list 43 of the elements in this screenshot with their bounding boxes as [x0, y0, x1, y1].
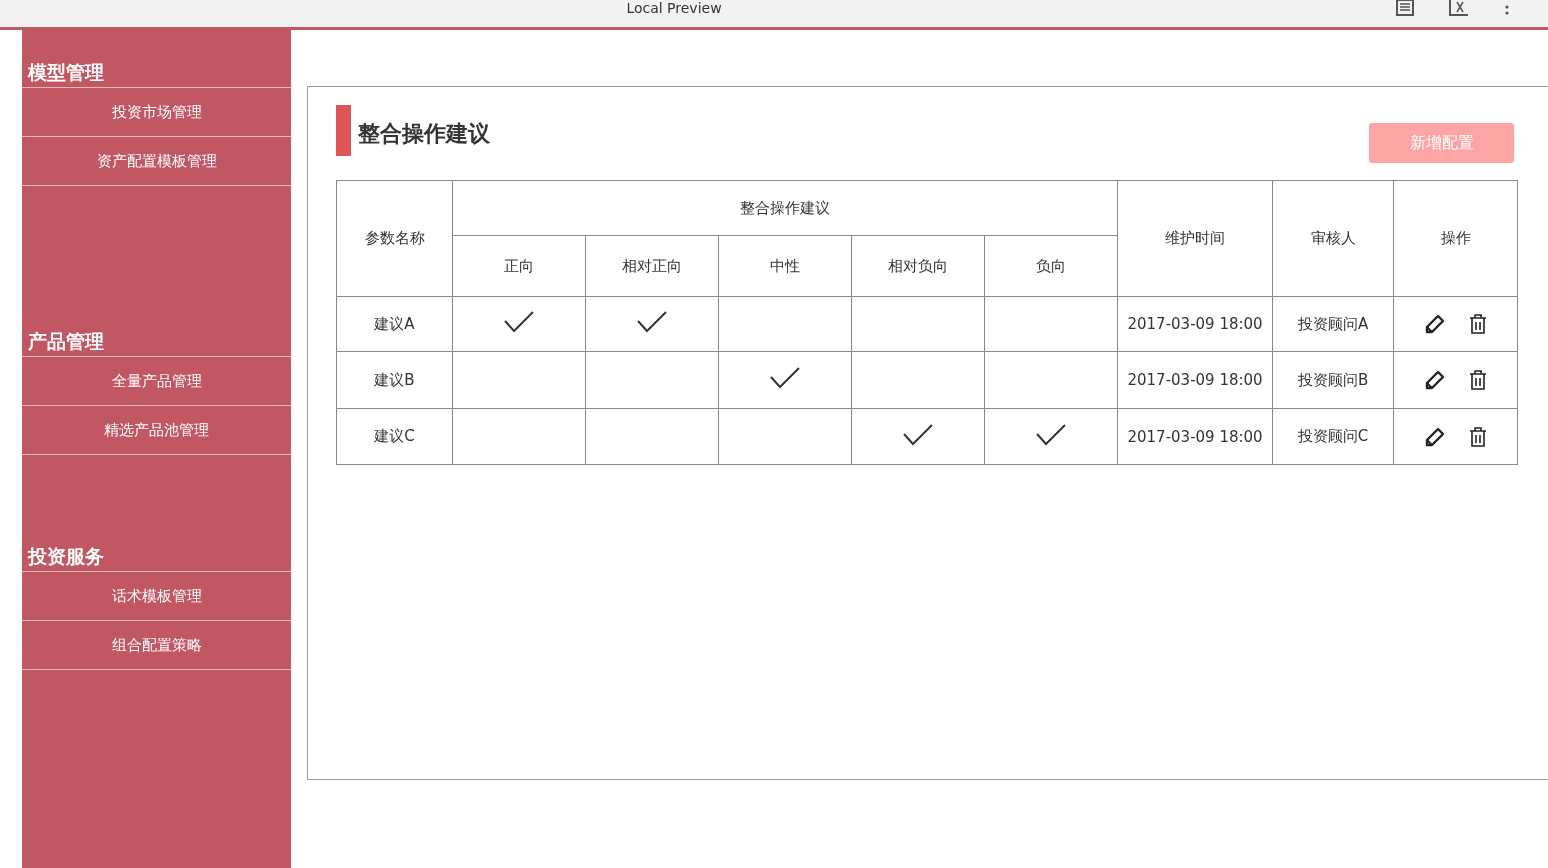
column-header: 正向	[452, 235, 586, 297]
sidebar-item[interactable]: 资产配置模板管理	[22, 137, 291, 186]
checkmark-icon	[504, 311, 534, 333]
checkmark-icon	[637, 311, 667, 333]
window-title: Local Preview	[626, 0, 722, 16]
table-cell: 投资顾问A	[1272, 296, 1394, 352]
sidebar-item[interactable]: 精选产品池管理	[22, 406, 291, 455]
delete-icon[interactable]	[1468, 314, 1487, 334]
checkmark-icon	[770, 367, 800, 389]
table-cell: 建议A	[336, 296, 453, 352]
table-cell: 投资顾问B	[1272, 351, 1394, 409]
sidebar-item[interactable]: 投资市场管理	[22, 88, 291, 137]
edit-icon[interactable]	[1424, 426, 1445, 447]
table-cell: 建议B	[336, 351, 453, 409]
sidebar-item[interactable]: 组合配置策略	[22, 621, 291, 670]
table-cell: 2017-03-09 18:00	[1117, 351, 1273, 409]
table-cell: 2017-03-09 18:00	[1117, 296, 1273, 352]
column-header: 操作	[1393, 180, 1518, 297]
column-header: 相对负向	[851, 235, 985, 297]
column-header: 相对正向	[585, 235, 719, 297]
column-header: 中性	[718, 235, 852, 297]
sidebar-section-title: 模型管理	[22, 57, 291, 88]
sidebar-item[interactable]: 话术模板管理	[22, 572, 291, 621]
column-header: 审核人	[1272, 180, 1394, 297]
delete-icon[interactable]	[1468, 426, 1487, 447]
table-cell: 建议C	[336, 408, 453, 465]
sidebar-section-title: 投资服务	[22, 541, 291, 572]
delete-icon[interactable]	[1468, 370, 1487, 390]
page-title: 整合操作建议	[358, 120, 490, 148]
column-group-header: 整合操作建议	[452, 180, 1118, 236]
column-header: 维护时间	[1117, 180, 1273, 297]
edit-icon[interactable]	[1424, 314, 1445, 334]
sidebar-item[interactable]: 全量产品管理	[22, 357, 291, 406]
checkmark-icon	[1036, 423, 1067, 446]
sidebar-section-title: 产品管理	[22, 326, 291, 357]
title-accent-bar	[336, 105, 351, 156]
table-cell: 2017-03-09 18:00	[1117, 408, 1273, 465]
document-icon[interactable]	[1396, 0, 1414, 16]
table-cell: 投资顾问C	[1272, 408, 1394, 465]
checkmark-icon	[903, 423, 933, 446]
edit-icon[interactable]	[1424, 370, 1445, 390]
column-header: 参数名称	[336, 180, 453, 297]
function-icon[interactable]	[1448, 0, 1470, 16]
